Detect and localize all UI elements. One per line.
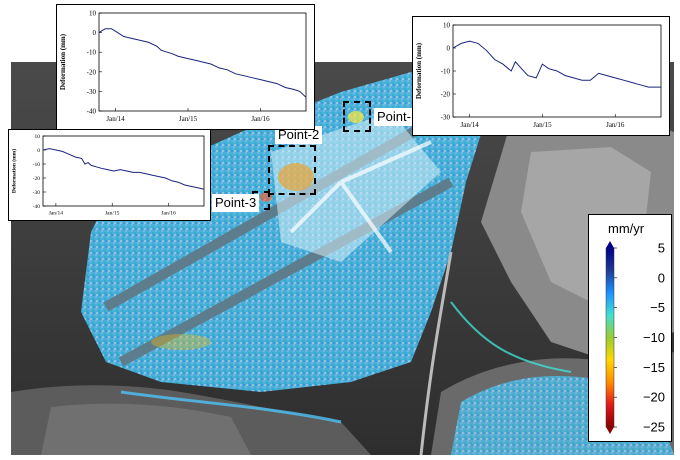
legend-tick-label: 0 <box>658 270 665 285</box>
y-axis-label: Deformation (mm) <box>59 33 67 90</box>
colorbar <box>605 247 615 428</box>
deformation-series-line <box>452 40 661 88</box>
colorbar-top-arrow <box>606 241 614 248</box>
x-tick-label: Jan/15 <box>533 121 552 129</box>
point-2-box <box>268 145 316 195</box>
legend-tick-label: 5 <box>658 241 665 256</box>
inset-chart-point-2: 10 0 -10 -20 -30 Jan/14 Jan/15 Jan/16 Deformatio… <box>412 16 670 136</box>
inset-chart-svg: 10 0 -10 -20 -30 Jan/14 Jan/15 Jan/16 Deformatio… <box>415 21 662 129</box>
deformation-series-line <box>42 148 205 190</box>
legend-tick-label: −15 <box>643 360 665 375</box>
color-legend: mm/yr 5 0 −5 −10 −15 −20 −25 <box>588 214 672 442</box>
inset-chart-point-1: 10 0 -10 -20 -30 -40 Jan/14 Jan/15 Jan/16 Deforma… <box>56 4 315 130</box>
y-tick-label: -10 <box>87 49 97 57</box>
inset-chart-svg: 10 0 -10 -20 -30 -40 Jan/14 Jan/15 Jan/16 Deforma… <box>59 9 307 123</box>
x-tick-label: Jan/16 <box>251 115 270 123</box>
y-tick-label: -30 <box>87 88 97 96</box>
legend-tick-label: −20 <box>643 390 665 405</box>
y-tick-label: 0 <box>37 148 40 154</box>
y-tick-label: -20 <box>33 176 41 182</box>
y-tick-label: -10 <box>441 67 451 75</box>
legend-svg: mm/yr 5 0 −5 −10 −15 −20 −25 <box>605 221 665 435</box>
x-tick-label: Jan/15 <box>105 211 120 217</box>
x-tick-label: Jan/16 <box>161 211 176 217</box>
inset-chart-svg: 10 0 -10 -20 -30 -40 Jan/14 Jan/15 Jan/16 Deforma… <box>11 134 205 217</box>
point-1-box <box>343 101 371 132</box>
y-tick-label: -40 <box>87 107 97 115</box>
colorbar-bottom-arrow <box>606 427 614 434</box>
y-tick-label: -40 <box>33 204 41 210</box>
legend-tick-label: −25 <box>643 420 665 435</box>
y-axis-label: Deformation (mm) <box>415 42 423 99</box>
legend-unit: mm/yr <box>608 221 645 236</box>
y-tick-label: -30 <box>33 190 41 196</box>
x-tick-label: Jan/14 <box>49 211 64 217</box>
legend-tick-label: −5 <box>650 300 665 315</box>
y-tick-label: 0 <box>93 29 97 37</box>
y-tick-label: -20 <box>87 68 97 76</box>
point-3-label: Point-3 <box>212 194 260 212</box>
legend-tick-label: −10 <box>643 330 665 345</box>
x-tick-label: Jan/14 <box>460 121 479 129</box>
y-axis-label: Deformation (mm) <box>11 149 18 193</box>
plot-frame <box>42 135 205 207</box>
y-tick-label: -20 <box>441 90 451 98</box>
x-tick-label: Jan/16 <box>606 121 625 129</box>
y-tick-label: -30 <box>441 113 451 121</box>
y-tick-label: 10 <box>443 21 451 29</box>
x-tick-label: Jan/15 <box>179 115 198 123</box>
point-1-label: Point-1 <box>374 108 414 126</box>
y-tick-label: 10 <box>89 9 97 17</box>
y-tick-label: -10 <box>33 162 41 168</box>
inset-chart-point-3: 10 0 -10 -20 -30 -40 Jan/14 Jan/15 Jan/16 Deforma… <box>8 129 211 221</box>
x-tick-label: Jan/14 <box>106 115 125 123</box>
y-tick-label: 10 <box>35 134 41 140</box>
y-tick-label: 0 <box>447 44 451 52</box>
deformation-series-line <box>98 28 307 98</box>
warm-patch-south <box>151 334 211 350</box>
